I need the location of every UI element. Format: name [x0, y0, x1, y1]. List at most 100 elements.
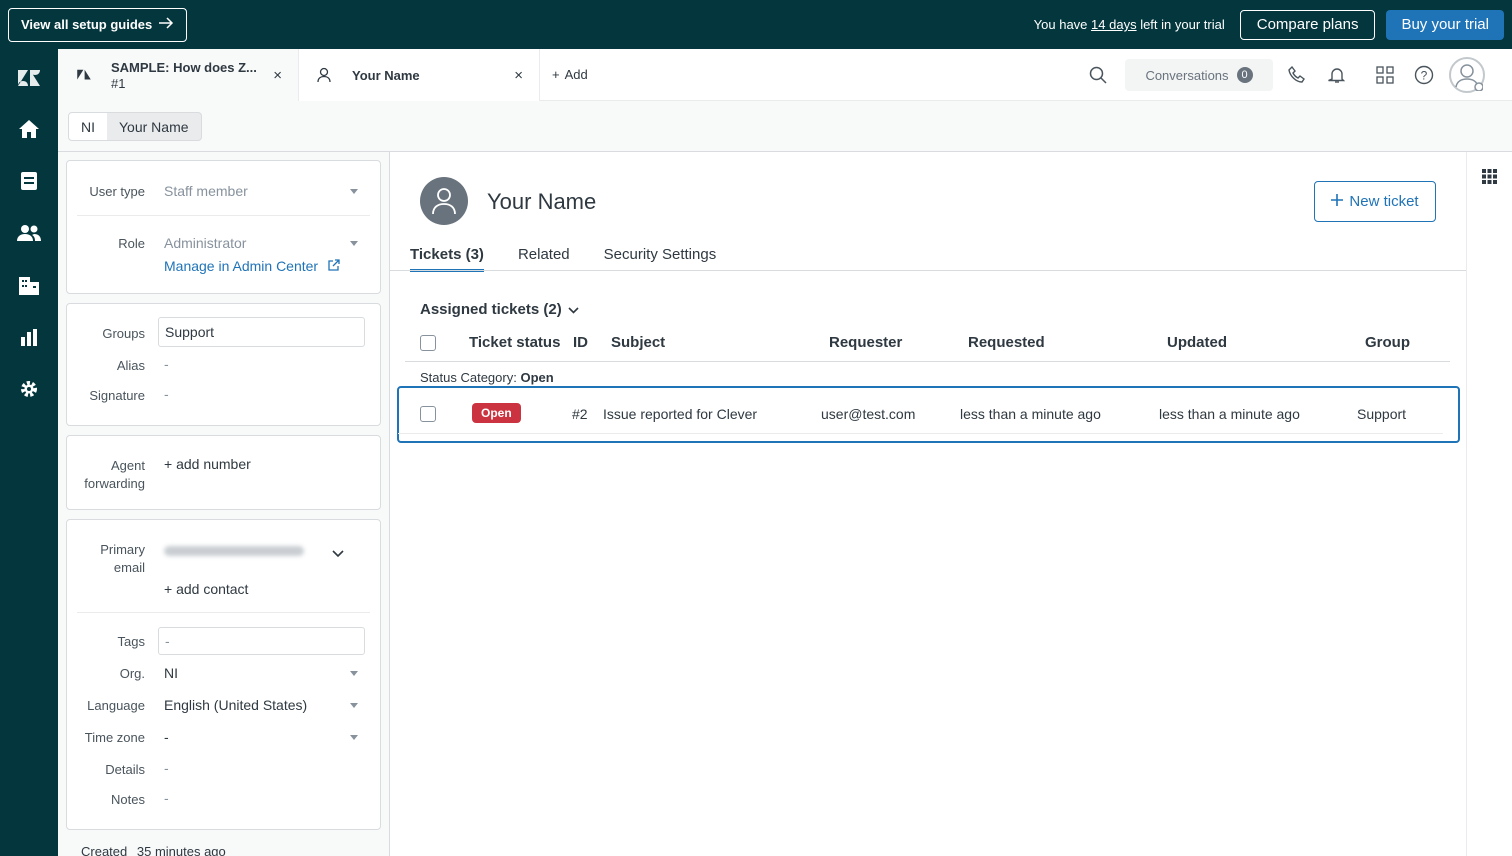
alias-label: Alias: [116, 358, 145, 373]
notes-field[interactable]: -: [164, 790, 169, 806]
timezone-select[interactable]: -: [164, 729, 169, 745]
tags-label: Tags: [117, 634, 145, 649]
created-value: 35 minutes ago: [136, 844, 226, 856]
apps-grid-icon[interactable]: [1482, 169, 1497, 189]
signature-field[interactable]: -: [164, 386, 169, 402]
column-id[interactable]: ID: [573, 334, 588, 351]
user-type-select[interactable]: Staff member: [164, 183, 248, 199]
add-tab-label: Add: [564, 67, 588, 82]
close-icon[interactable]: ×: [514, 67, 523, 84]
column-ticket-status[interactable]: Ticket status: [469, 334, 560, 351]
breadcrumb-user[interactable]: Your Name: [107, 112, 202, 141]
details-label: Details: [105, 762, 145, 777]
view-setup-guides-button[interactable]: View all setup guides: [8, 7, 188, 42]
trial-days-link[interactable]: 14 days: [1091, 17, 1137, 32]
groups-label: Groups: [102, 326, 145, 341]
help-icon[interactable]: ?: [1414, 65, 1434, 85]
agent-forwarding-label-line2: forwarding: [84, 476, 145, 491]
role-select[interactable]: Administrator: [164, 235, 246, 251]
plus-icon: [1331, 193, 1344, 210]
page-title: Your Name: [487, 189, 597, 214]
close-icon[interactable]: ×: [273, 67, 282, 84]
chevron-down-icon: [350, 703, 358, 708]
chevron-down-icon: [350, 735, 358, 740]
tab-related[interactable]: Related: [518, 246, 570, 272]
home-icon[interactable]: [15, 115, 43, 143]
zendesk-ticket-icon: [76, 67, 92, 86]
conversations-count-badge: 0: [1236, 67, 1253, 83]
groups-card: Groups Support Alias - Signature -: [66, 303, 381, 426]
ticket-id: #2: [572, 406, 588, 422]
chevron-down-icon: [350, 671, 358, 676]
user-main-content: Your Name New ticket Tickets (3) Related…: [390, 152, 1466, 856]
column-requested[interactable]: Requested: [968, 334, 1045, 351]
zendesk-logo-icon[interactable]: [15, 63, 43, 91]
language-select[interactable]: English (United States): [164, 697, 307, 713]
agent-forwarding-label: Agent forwarding: [84, 457, 145, 493]
phone-icon[interactable]: [1287, 65, 1307, 85]
user-avatar[interactable]: [420, 177, 468, 225]
tags-field[interactable]: -: [158, 627, 365, 655]
add-tab-button[interactable]: + Add: [552, 67, 588, 82]
org-label: Org.: [119, 666, 145, 681]
tab-security-settings[interactable]: Security Settings: [604, 246, 717, 272]
customers-icon[interactable]: [15, 219, 43, 247]
ticket-requested: less than a minute ago: [960, 406, 1101, 422]
products-grid-icon[interactable]: [1375, 65, 1395, 85]
alias-field[interactable]: -: [164, 356, 169, 372]
row-checkbox[interactable]: [420, 406, 436, 422]
primary-email-label-line1: Primary: [100, 542, 145, 557]
bell-icon[interactable]: [1327, 65, 1347, 85]
select-all-checkbox[interactable]: [420, 335, 436, 351]
admin-gear-icon[interactable]: [15, 375, 43, 403]
primary-email-label: Primary email: [100, 541, 145, 577]
organizations-icon[interactable]: [15, 271, 43, 299]
tab-ticket-1[interactable]: SAMPLE: How does Z... #1 ×: [58, 49, 299, 101]
divider: [77, 612, 370, 613]
divider: [77, 215, 370, 216]
compare-plans-button[interactable]: Compare plans: [1239, 9, 1376, 40]
conversations-label: Conversations: [1145, 67, 1229, 83]
reporting-icon[interactable]: [15, 323, 43, 351]
buy-trial-button[interactable]: Buy your trial: [1386, 9, 1504, 40]
apps-rail: [1466, 152, 1512, 856]
tab-ticket-1-subtitle: #1: [111, 76, 126, 91]
ticket-group: Support: [1357, 406, 1407, 422]
breadcrumb-org[interactable]: NI: [68, 112, 108, 141]
profile-avatar[interactable]: [1449, 57, 1485, 93]
ticket-subject-link[interactable]: Issue reported for Clever: [603, 406, 757, 422]
column-subject[interactable]: Subject: [611, 334, 665, 351]
user-tabs: Tickets (3) Related Security Settings: [410, 246, 716, 272]
groups-field[interactable]: Support: [158, 317, 365, 347]
ticket-requester: user@test.com: [821, 406, 916, 422]
org-select[interactable]: NI: [164, 665, 178, 681]
agent-forwarding-label-line1: Agent: [111, 458, 145, 473]
column-requester[interactable]: Requester: [829, 334, 902, 351]
status-category-value: Open: [520, 370, 554, 385]
status-category-label: Status Category: Open: [420, 370, 554, 385]
add-contact-link[interactable]: + add contact: [164, 581, 248, 597]
chevron-down-icon: [350, 241, 358, 246]
tab-user-your-name[interactable]: Your Name ×: [299, 49, 540, 101]
conversations-button[interactable]: Conversations 0: [1125, 59, 1273, 91]
trial-prefix: You have: [1033, 17, 1092, 32]
agent-forwarding-card: Agent forwarding + add number: [66, 435, 381, 510]
tab-ticket-1-title-text: SAMPLE: How does Z...: [111, 60, 257, 75]
chevron-down-icon[interactable]: [332, 545, 344, 563]
assigned-tickets-toggle[interactable]: Assigned tickets (2): [420, 301, 579, 318]
created-label: Created: [81, 844, 128, 856]
new-ticket-button[interactable]: New ticket: [1314, 181, 1436, 222]
tab-tickets[interactable]: Tickets (3): [410, 246, 484, 272]
add-number-link[interactable]: + add number: [164, 456, 251, 472]
primary-email-value-redacted[interactable]: [164, 546, 304, 556]
table-row[interactable]: Open #2 Issue reported for Clever user@t…: [398, 394, 1443, 434]
column-group[interactable]: Group: [1365, 334, 1410, 351]
search-icon[interactable]: [1088, 65, 1108, 85]
views-icon[interactable]: [15, 167, 43, 195]
created-info: Created 35 minutes ago: [81, 844, 226, 856]
user-properties-panel: User type Staff member Role Administrato…: [58, 152, 390, 856]
column-updated[interactable]: Updated: [1167, 334, 1227, 351]
manage-admin-center-link[interactable]: Manage in Admin Center: [164, 258, 340, 274]
tab-ticket-1-title: SAMPLE: How does Z... #1: [111, 60, 261, 92]
details-field[interactable]: -: [164, 760, 169, 776]
